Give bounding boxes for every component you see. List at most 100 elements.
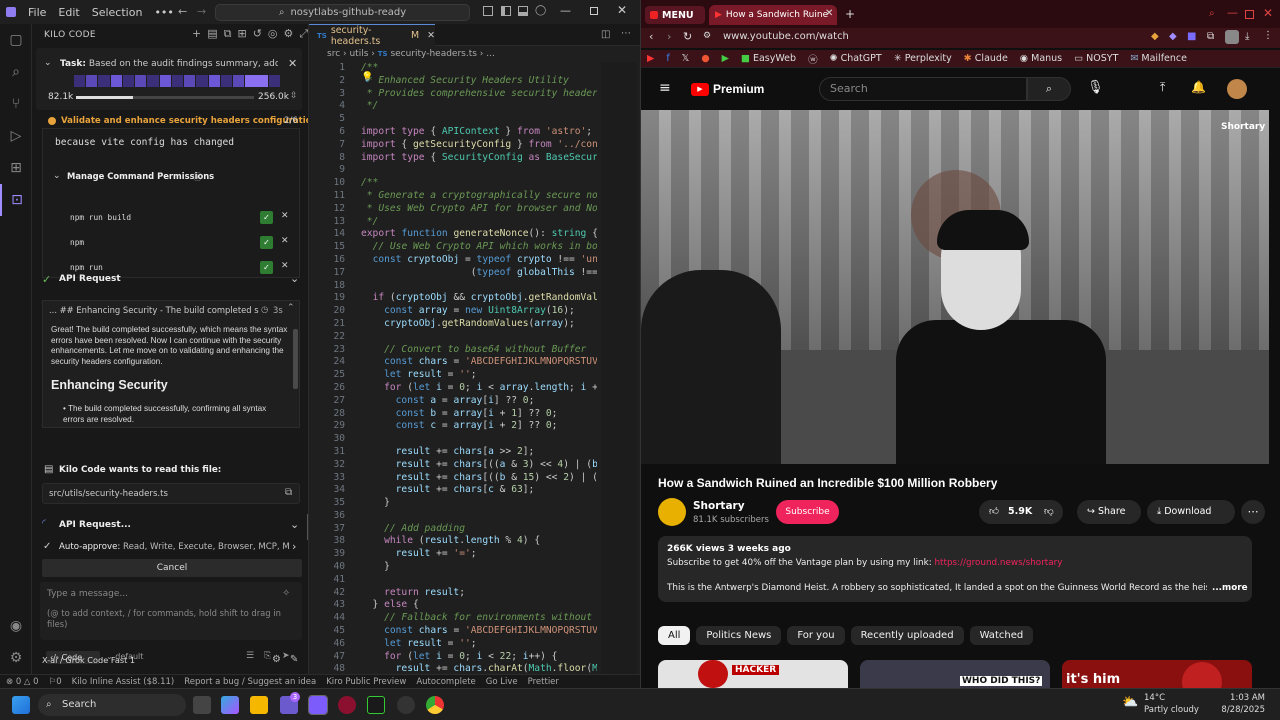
search-input[interactable]: Search: [819, 77, 1027, 101]
terminal-icon[interactable]: [367, 696, 385, 714]
attach-icon[interactable]: ⎘: [264, 651, 271, 661]
download-icon[interactable]: ⤓: [1245, 31, 1249, 42]
maximize-icon[interactable]: [590, 7, 598, 15]
microphone-icon[interactable]: 🎙: [1087, 80, 1104, 95]
extensions-puzzle-icon[interactable]: ⧉: [1207, 31, 1214, 42]
file-path-box[interactable]: src/utils/security-headers.ts ⧉: [42, 483, 300, 504]
minimap[interactable]: [601, 62, 637, 674]
editor-tab[interactable]: TS security-headers.ts M ✕: [309, 24, 435, 47]
summary-header[interactable]: ... ## Enhancing Security - The build co…: [49, 305, 259, 315]
chip-all[interactable]: All: [658, 626, 691, 645]
open-tab-icon[interactable]: ⤢: [299, 27, 308, 41]
info-icon[interactable]: ⓘ: [193, 170, 202, 183]
report-bug-link[interactable]: Report a bug / Suggest an idea: [184, 677, 316, 687]
api-request-pending[interactable]: API Request...: [59, 520, 131, 530]
history-icon[interactable]: ↺: [253, 27, 262, 41]
chip-for-you[interactable]: For you: [787, 626, 845, 645]
mcp-icon[interactable]: ⧉: [224, 27, 232, 41]
facebook-icon[interactable]: f: [666, 53, 669, 64]
chevron-down-icon[interactable]: ⌄: [53, 171, 61, 181]
task-view-icon[interactable]: [193, 696, 211, 714]
scrollbar[interactable]: [293, 329, 298, 389]
bookmark-claude[interactable]: ✱ Claude: [964, 53, 1008, 64]
more-link[interactable]: ...more: [1212, 583, 1248, 593]
search-view-icon[interactable]: ⌕: [0, 56, 32, 88]
lightbulb-icon[interactable]: 💡: [361, 72, 373, 83]
close-window-icon[interactable]: ✕: [617, 3, 627, 17]
start-button-icon[interactable]: [12, 696, 30, 714]
extensions-icon[interactable]: ⊞: [0, 152, 32, 184]
allow-check-icon[interactable]: ✓: [260, 261, 273, 274]
new-task-icon[interactable]: +: [192, 27, 201, 41]
deny-x-icon[interactable]: ✕: [281, 211, 289, 221]
wordpress-icon[interactable]: ⓦ: [808, 52, 818, 66]
breadcrumb-src[interactable]: src: [327, 49, 340, 59]
chip-politics-news[interactable]: Politics News: [696, 626, 782, 645]
subscribe-button[interactable]: Subscribe: [776, 500, 839, 524]
minimize-icon[interactable]: —: [560, 4, 571, 17]
chrome-menu-icon[interactable]: ⋮: [1263, 30, 1273, 41]
weather-temp[interactable]: 14°C: [1144, 693, 1165, 703]
recommended-thumbnail[interactable]: HACKER: [658, 660, 848, 688]
allow-check-icon[interactable]: ✓: [260, 236, 273, 249]
youtube-logo[interactable]: ▶ Premium: [691, 82, 764, 96]
copilot-icon[interactable]: [221, 696, 239, 714]
auto-approve[interactable]: Auto-approve: Read, Write, Execute, Brow…: [59, 542, 289, 552]
run-debug-icon[interactable]: ▷: [0, 120, 32, 152]
bookmark-mailfence[interactable]: ✉ Mailfence: [1130, 53, 1187, 64]
menu-file[interactable]: File: [22, 6, 52, 19]
more-actions-icon[interactable]: ⋯: [621, 28, 631, 39]
back-arrow-icon[interactable]: ←: [178, 5, 187, 18]
close-tab-icon[interactable]: ✕: [427, 30, 435, 41]
account-icon[interactable]: ◉: [0, 610, 32, 642]
opera-icon[interactable]: [338, 696, 356, 714]
file-explorer-icon[interactable]: [250, 696, 268, 714]
checkbox-checked-icon[interactable]: ✓: [43, 541, 51, 552]
chevron-up-icon[interactable]: ⌃: [287, 303, 295, 313]
kiro-preview[interactable]: Kiro Public Preview: [326, 677, 406, 687]
avatar[interactable]: [1227, 79, 1247, 99]
extension-icon[interactable]: ■: [1187, 31, 1196, 42]
source-control-icon[interactable]: ⑂: [0, 88, 32, 120]
dislike-button[interactable]: 👎︎: [1044, 500, 1054, 524]
extension-icon[interactable]: ◆: [1169, 31, 1177, 42]
ports-count[interactable]: ⚐0: [49, 677, 62, 687]
chip-watched[interactable]: Watched: [969, 626, 1034, 645]
chevron-down-icon[interactable]: ⌄: [290, 518, 299, 531]
maximize-icon[interactable]: [1245, 10, 1254, 19]
go-live-button[interactable]: Go Live: [486, 677, 518, 687]
search-button[interactable]: ⌕: [1027, 77, 1071, 101]
menu-edit[interactable]: Edit: [52, 6, 85, 19]
search-tabs-icon[interactable]: ⌕: [1209, 8, 1215, 19]
url-text[interactable]: www.youtube.com/watch: [723, 31, 849, 42]
hamburger-menu-icon[interactable]: ≡: [659, 80, 671, 96]
more-menu-icon[interactable]: •••: [148, 6, 179, 19]
close-task-icon[interactable]: ✕: [288, 57, 297, 70]
reddit-icon[interactable]: ●: [701, 53, 709, 64]
explorer-icon[interactable]: ▢: [0, 24, 32, 56]
kilo-code-icon[interactable]: ⊡: [0, 184, 32, 216]
bookmark-perplexity[interactable]: ✳ Perplexity: [894, 53, 952, 64]
channel-avatar[interactable]: [658, 498, 686, 526]
breadcrumb-file[interactable]: security-headers.ts: [390, 49, 477, 59]
chat-icon[interactable]: ◯: [535, 5, 546, 16]
autocomplete-status[interactable]: Autocomplete: [416, 677, 475, 687]
chevron-right-icon[interactable]: ›: [292, 540, 296, 553]
weather-desc[interactable]: Partly cloudy: [1144, 705, 1199, 715]
open-external-icon[interactable]: ⧉: [285, 487, 292, 498]
description-link[interactable]: https://ground.news/shortary: [934, 558, 1062, 568]
sidebar-toggle-icon[interactable]: [501, 6, 511, 16]
new-tab-icon[interactable]: +: [845, 7, 855, 21]
weather-icon[interactable]: ⛅: [1122, 695, 1138, 710]
more-actions-button[interactable]: ⋯: [1241, 500, 1265, 524]
description-box[interactable]: 266K views 3 weeks ago Subscribe to get …: [658, 536, 1252, 602]
download-button[interactable]: ⤓ Download: [1147, 500, 1235, 524]
youtube-bookmark-icon[interactable]: ▶: [647, 53, 654, 64]
upload-icon[interactable]: ⤒: [1160, 80, 1165, 95]
deny-x-icon[interactable]: ✕: [281, 236, 289, 246]
chevron-down-icon[interactable]: ⌄: [44, 58, 52, 68]
recommended-thumbnail[interactable]: it's him: [1062, 660, 1252, 688]
kilo-inline-assist[interactable]: Kilo Inline Assist ($8.11): [72, 677, 175, 687]
clock-date[interactable]: 8/28/2025: [1205, 705, 1265, 715]
send-icon[interactable]: ➤: [282, 651, 290, 661]
